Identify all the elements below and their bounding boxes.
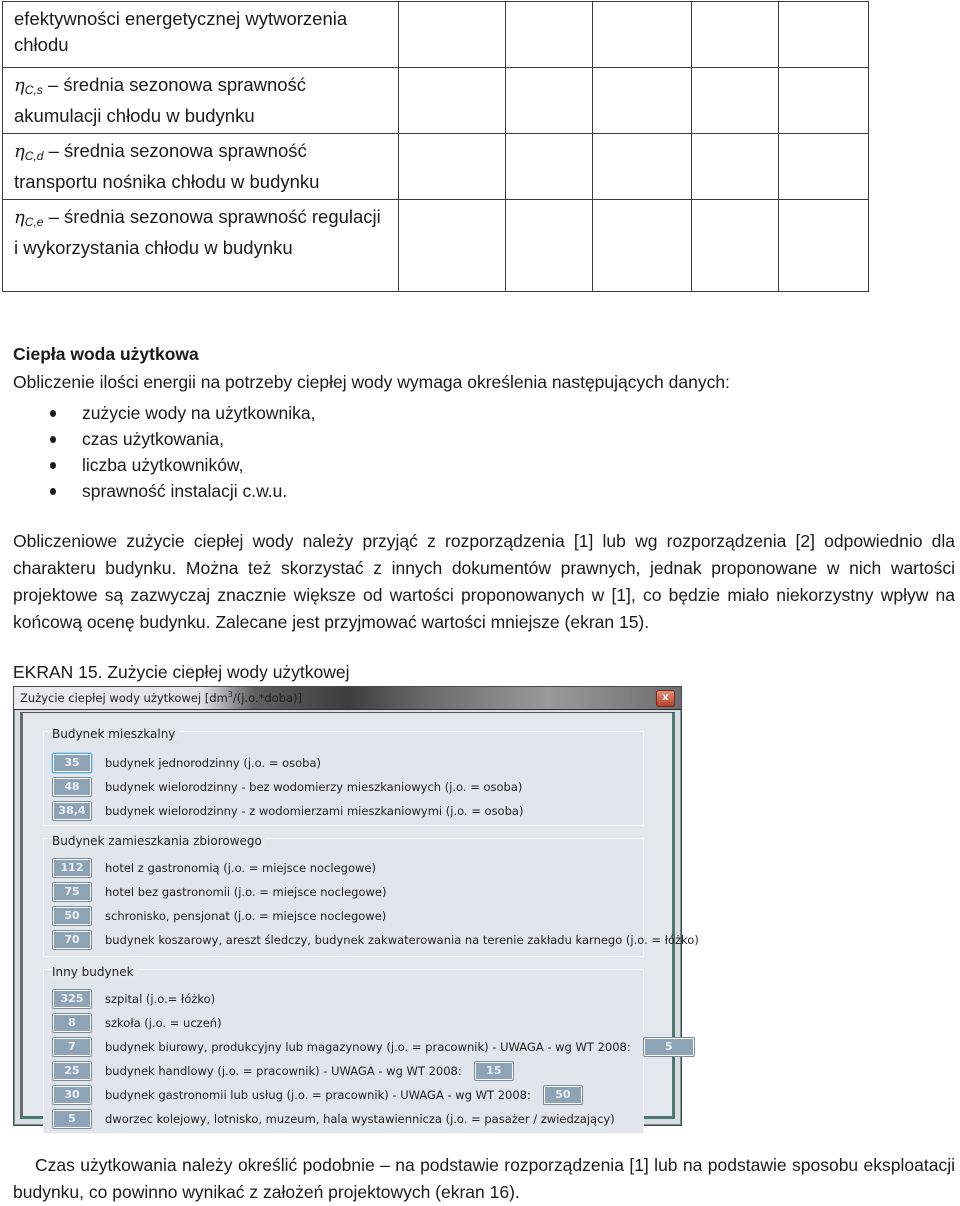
table-cell bbox=[592, 67, 692, 134]
group-other: Inny budynek 325 szpital (j.o.= łóżko) 8… bbox=[43, 965, 695, 1134]
efficiency-table: efektywności energetycznej wytworzenia c… bbox=[2, 1, 869, 292]
wt2008-value-field[interactable]: 15 bbox=[473, 1061, 514, 1081]
value-field[interactable]: 48 bbox=[52, 777, 92, 797]
list-item: liczba użytkowników, bbox=[50, 452, 315, 478]
section-intro: Obliczenie ilości energii na potrzeby ci… bbox=[13, 372, 730, 392]
dialog-client-area: Budynek mieszkalny 35 budynek jednorodzi… bbox=[20, 712, 699, 1134]
list-item: 325 szpital (j.o.= łóżko) bbox=[52, 989, 215, 1009]
group-label: Budynek zamieszkania zbiorowego bbox=[52, 834, 266, 848]
group-label: Budynek mieszkalny bbox=[52, 727, 180, 741]
list-item: 25 budynek handlowy (j.o. = pracownik) -… bbox=[52, 1061, 514, 1081]
bullet-icon bbox=[50, 488, 56, 495]
close-icon: x bbox=[662, 692, 669, 703]
group-collective: Budynek zamieszkania zbiorowego 112 hote… bbox=[43, 834, 699, 957]
list-item: 30 budynek gastronomii lub usług (j.o. =… bbox=[52, 1085, 583, 1105]
value-field[interactable]: 25 bbox=[52, 1061, 92, 1081]
table-cell bbox=[505, 133, 593, 200]
value-field[interactable]: 75 bbox=[52, 882, 92, 902]
value-field[interactable]: 112 bbox=[52, 858, 92, 878]
section-heading: Ciepła woda użytkowa bbox=[13, 344, 199, 364]
figure-caption: EKRAN 15. Zużycie ciepłej wody użytkowej bbox=[13, 662, 350, 682]
table-cell bbox=[778, 199, 869, 292]
value-field[interactable]: 7 bbox=[52, 1037, 92, 1057]
table-cell-label: ηC,s – średnia sezonowa sprawność akumul… bbox=[2, 67, 399, 134]
closing-paragraph: Czas użytkowania należy określić podobni… bbox=[13, 1155, 955, 1202]
water-usage-dialog: Zużycie ciepłej wody użytkowej [dm3/(j.o… bbox=[13, 686, 699, 1134]
list-item: 35 budynek jednorodzinny (j.o. = osoba) bbox=[52, 753, 321, 773]
table-cell bbox=[398, 133, 506, 200]
close-button[interactable]: x bbox=[656, 690, 675, 707]
wt2008-value-field[interactable]: 50 bbox=[542, 1085, 583, 1105]
value-field[interactable]: 5 bbox=[52, 1109, 92, 1129]
table-cell bbox=[778, 67, 869, 134]
table-cell bbox=[398, 1, 506, 68]
value-field[interactable]: 50 bbox=[52, 906, 92, 926]
value-field[interactable]: 8 bbox=[52, 1013, 92, 1033]
value-field[interactable]: 70 bbox=[52, 930, 92, 950]
bullet-icon bbox=[50, 462, 56, 469]
requirements-list: zużycie wody na użytkownika, czas użytko… bbox=[50, 400, 315, 504]
table-cell bbox=[691, 67, 779, 134]
value-field[interactable]: 30 bbox=[52, 1085, 92, 1105]
eta-subscript: C,s bbox=[24, 83, 43, 97]
table-row: ηC,s – średnia sezonowa sprawność akumul… bbox=[2, 67, 869, 134]
table-cell bbox=[778, 1, 869, 68]
eta-subscript: C,e bbox=[24, 215, 44, 229]
dialog-title: Zużycie ciepłej wody użytkowej [dm3/(j.o… bbox=[20, 690, 302, 705]
list-item: 5 dworzec kolejowy, lotnisko, muzeum, ha… bbox=[52, 1109, 615, 1129]
bullet-icon bbox=[50, 436, 56, 443]
table-cell bbox=[505, 67, 593, 134]
list-item: 112 hotel z gastronomią (j.o. = miejsce … bbox=[52, 858, 376, 878]
table-cell bbox=[398, 199, 506, 292]
table-cell bbox=[691, 199, 779, 292]
table-cell bbox=[398, 67, 506, 134]
bullet-icon bbox=[50, 410, 56, 417]
list-item: zużycie wody na użytkownika, bbox=[50, 400, 315, 426]
table-row: ηC,e – średnia sezonowa sprawność regula… bbox=[2, 199, 869, 292]
eta-symbol: η bbox=[14, 207, 25, 228]
list-item: 38,4 budynek wielorodzinny - z wodomierz… bbox=[52, 801, 523, 821]
table-cell bbox=[592, 133, 692, 200]
list-item: czas użytkowania, bbox=[50, 426, 315, 452]
list-item: sprawność instalacji c.w.u. bbox=[50, 478, 315, 504]
table-row: efektywności energetycznej wytworzenia c… bbox=[2, 1, 869, 68]
list-item: 8 szkoła (j.o. = uczeń) bbox=[52, 1013, 222, 1033]
dialog-titlebar[interactable]: Zużycie ciepłej wody użytkowej [dm3/(j.o… bbox=[14, 687, 681, 710]
group-residential: Budynek mieszkalny 35 budynek jednorodzi… bbox=[43, 727, 644, 826]
table-cell bbox=[778, 133, 869, 200]
eta-symbol: η bbox=[14, 75, 25, 96]
wt2008-value-field[interactable]: 5 bbox=[642, 1037, 695, 1057]
value-field[interactable]: 38,4 bbox=[52, 801, 92, 821]
table-cell-label: ηC,e – średnia sezonowa sprawność regula… bbox=[2, 199, 399, 292]
table-cell bbox=[505, 199, 593, 292]
table-row: ηC,d – średnia sezonowa sprawność transp… bbox=[2, 133, 869, 200]
table-cell bbox=[691, 1, 779, 68]
list-item: 50 schronisko, pensjonat (j.o. = miejsce… bbox=[52, 906, 386, 926]
list-item: 48 budynek wielorodzinny - bez wodomierz… bbox=[52, 777, 522, 797]
table-cell-label: ηC,d – średnia sezonowa sprawność transp… bbox=[2, 133, 399, 200]
table-cell bbox=[592, 199, 692, 292]
table-cell bbox=[691, 133, 779, 200]
table-cell bbox=[592, 1, 692, 68]
table-cell-label: efektywności energetycznej wytworzenia c… bbox=[2, 1, 399, 68]
list-item: 75 hotel bez gastronomii (j.o. = miejsce… bbox=[52, 882, 386, 902]
list-item: 70 budynek koszarowy, areszt śledczy, bu… bbox=[52, 930, 699, 950]
list-item: 7 budynek biurowy, produkcyjny lub magaz… bbox=[52, 1037, 695, 1057]
eta-subscript: C,d bbox=[24, 149, 44, 163]
group-label: Inny budynek bbox=[52, 965, 138, 979]
value-field[interactable]: 325 bbox=[52, 989, 92, 1009]
body-paragraph: Obliczeniowe zużycie ciepłej wody należy… bbox=[13, 531, 955, 632]
eta-symbol: η bbox=[14, 141, 25, 162]
table-cell bbox=[505, 1, 593, 68]
value-field[interactable]: 35 bbox=[52, 753, 92, 773]
